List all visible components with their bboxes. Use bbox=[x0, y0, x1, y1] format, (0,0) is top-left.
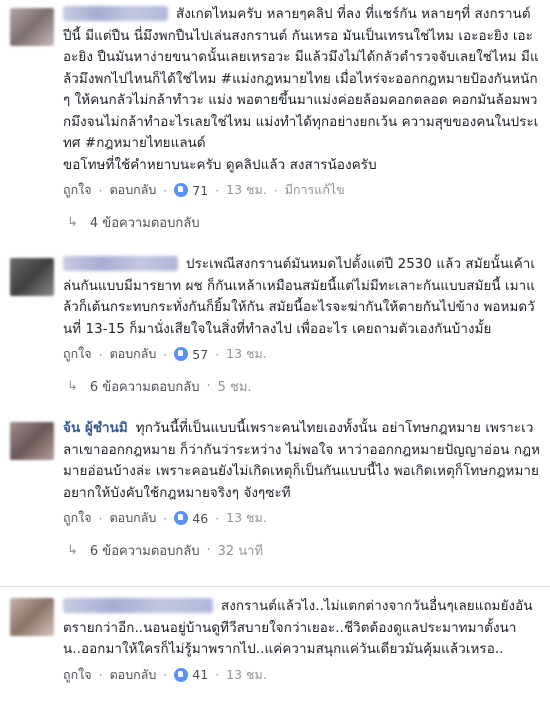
comment-text-wrapper: จ้น ผู้ชำนมิ ทุกวันนี้ที่เป็นแบบนี้เพราะค… bbox=[63, 418, 541, 504]
like-button[interactable]: ถูกใจ bbox=[63, 665, 92, 685]
replies-timestamp: 32 นาที bbox=[217, 544, 264, 559]
like-icon bbox=[174, 347, 189, 361]
comment-text: ทุกวันนี้ที่เป็นแบบนี้เพราะคนไทยเองทั้งน… bbox=[63, 421, 541, 501]
reaction-count[interactable]: 71 bbox=[174, 183, 208, 198]
comment-text-wrapper: สงกรานต์แล้วไง..ไม่แตกต่างจากวันอื่นๆเลย… bbox=[63, 596, 541, 661]
reply-arrow-icon: ↳ bbox=[67, 543, 78, 558]
edited-label[interactable]: มีการแก้ไข bbox=[285, 180, 345, 200]
view-replies-link[interactable]: ↳ 4 ข้อความตอบกลับ bbox=[63, 212, 541, 233]
comment-text: สังเกตไหมครับ หลายๆคลิป ที่ลง ที่แชร์กัน… bbox=[63, 7, 539, 173]
comment-actions: ถูกใจ · ตอบกลับ · 46 · 13 ชม. bbox=[63, 508, 541, 528]
commenter-name-redacted[interactable] bbox=[63, 256, 178, 271]
reaction-count[interactable]: 41 bbox=[174, 667, 208, 682]
like-icon bbox=[174, 183, 189, 197]
avatar[interactable] bbox=[10, 598, 54, 636]
reply-button[interactable]: ตอบกลับ bbox=[110, 344, 157, 364]
avatar[interactable] bbox=[10, 422, 54, 460]
reply-button[interactable]: ตอบกลับ bbox=[110, 665, 157, 685]
comment-actions: ถูกใจ · ตอบกลับ · 57 · 13 ชม. bbox=[63, 344, 541, 364]
like-button[interactable]: ถูกใจ bbox=[63, 180, 92, 200]
comment-actions: ถูกใจ · ตอบกลับ · 41 · 13 ชม. bbox=[63, 665, 541, 685]
comment-text-wrapper: สังเกตไหมครับ หลายๆคลิป ที่ลง ที่แชร์กัน… bbox=[63, 4, 541, 176]
timestamp[interactable]: 13 ชม. bbox=[226, 180, 267, 200]
reply-arrow-icon: ↳ bbox=[67, 215, 78, 230]
timestamp[interactable]: 13 ชม. bbox=[226, 508, 267, 528]
commenter-name-redacted[interactable] bbox=[63, 6, 168, 21]
timestamp[interactable]: 13 ชม. bbox=[226, 665, 267, 685]
reply-button[interactable]: ตอบกลับ bbox=[110, 180, 157, 200]
like-icon bbox=[174, 667, 189, 682]
replies-timestamp: 5 ชม. bbox=[217, 380, 252, 395]
reply-button[interactable]: ตอบกลับ bbox=[110, 508, 157, 528]
reaction-count[interactable]: 46 bbox=[174, 511, 208, 526]
avatar[interactable] bbox=[10, 8, 54, 46]
commenter-name[interactable]: จ้น ผู้ชำนมิ bbox=[63, 421, 128, 436]
reaction-count[interactable]: 57 bbox=[174, 347, 208, 362]
view-replies-link[interactable]: ↳ 6 ข้อความตอบกลับ · 5 ชม. bbox=[63, 376, 541, 397]
comment-text-wrapper: ประเพณีสงกรานต์มันหมดไปตั้งแต่ปี 2530 แล… bbox=[63, 254, 541, 340]
divider bbox=[0, 586, 550, 587]
like-button[interactable]: ถูกใจ bbox=[63, 344, 92, 364]
like-button[interactable]: ถูกใจ bbox=[63, 508, 92, 528]
comment-thread: สังเกตไหมครับ หลายๆคลิป ที่ลง ที่แชร์กัน… bbox=[0, 0, 550, 710]
view-replies-link[interactable]: ↳ 6 ข้อความตอบกลับ · 32 นาที bbox=[63, 540, 541, 561]
avatar[interactable] bbox=[10, 258, 54, 296]
reply-arrow-icon: ↳ bbox=[67, 379, 78, 394]
comment-actions: ถูกใจ · ตอบกลับ · 71 · 13 ชม. · มีการแก้… bbox=[63, 180, 541, 200]
like-icon bbox=[174, 511, 189, 525]
timestamp[interactable]: 13 ชม. bbox=[226, 344, 267, 364]
commenter-name-redacted[interactable] bbox=[63, 598, 213, 613]
